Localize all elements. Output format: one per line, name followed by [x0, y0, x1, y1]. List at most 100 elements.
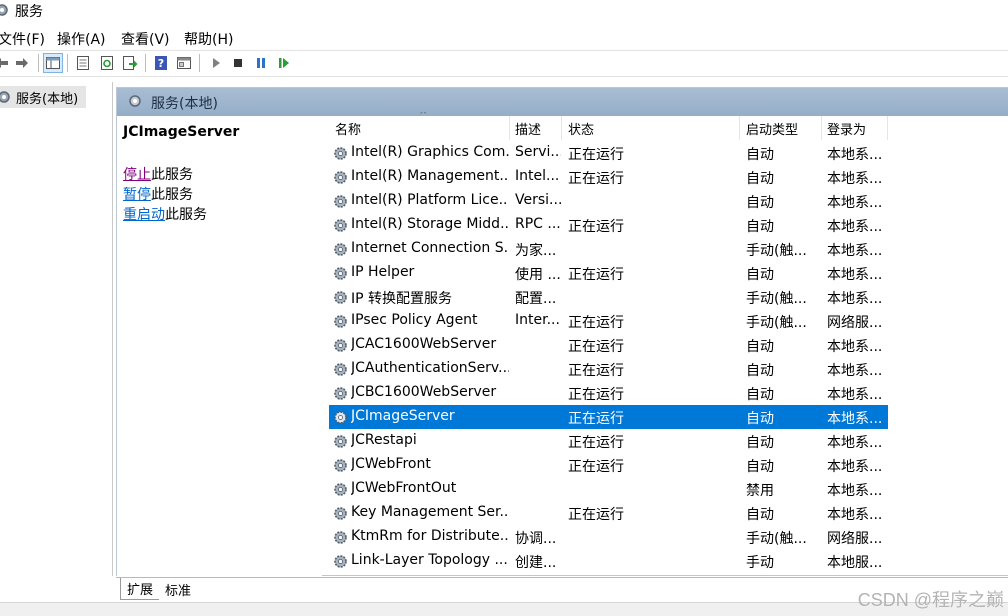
stop-service-button[interactable]: [228, 53, 248, 73]
service-startup-cell: 自动: [746, 411, 774, 427]
service-name-cell: IP Helper: [351, 264, 415, 280]
service-name-cell: Intel(R) Graphics Com...: [351, 144, 509, 160]
tree-item-label: 服务(本地): [16, 91, 79, 107]
action-pause: 暂停此服务: [123, 184, 193, 204]
watermark: CSDN @程序之巅: [857, 590, 1004, 610]
table-row[interactable]: Intel(R) Storage Midd... RPC ... 正在运行 自动 本地系…: [329, 213, 888, 237]
table-row[interactable]: JCBC1600WebServer 正在运行 自动 本地系...: [329, 381, 888, 405]
service-gear-icon: [334, 219, 347, 232]
service-startup-cell: 自动: [746, 267, 774, 283]
service-status-cell: 正在运行: [568, 435, 624, 451]
menu-help[interactable]: 帮助(H): [184, 29, 233, 49]
service-logon-cell: 本地系...: [827, 171, 883, 187]
service-gear-icon: [334, 363, 347, 376]
service-startup-cell: 手动(触...: [746, 315, 807, 331]
table-row[interactable]: Internet Connection S... 为家... 手动(触... 本地系.…: [329, 237, 888, 261]
svg-text:?: ?: [158, 57, 164, 70]
restart-service-link[interactable]: 重启动: [123, 207, 165, 223]
service-status-cell: 正在运行: [568, 387, 624, 403]
service-startup-cell: 自动: [746, 171, 774, 187]
properties-button[interactable]: [73, 53, 93, 73]
window-title: 服务: [15, 4, 43, 20]
service-description-cell: 协调...: [515, 531, 557, 547]
services-gear-icon: [129, 95, 141, 107]
service-name-cell: IP 转换配置服务: [351, 291, 453, 307]
stop-service-link[interactable]: 停止: [123, 167, 151, 183]
refresh-button[interactable]: [97, 53, 117, 73]
service-logon-cell: 本地系...: [827, 363, 883, 379]
service-gear-icon: [334, 243, 347, 256]
service-gear-icon: [334, 339, 347, 352]
table-row[interactable]: Intel(R) Management... Intel... 正在运行 自动 本地系.…: [329, 165, 888, 189]
service-name-cell: JCWebFrontOut: [351, 480, 457, 496]
menu-action[interactable]: 操作(A): [57, 29, 106, 49]
service-logon-cell: 本地系...: [827, 267, 883, 283]
service-status-cell: 正在运行: [568, 147, 624, 163]
forward-button[interactable]: [12, 53, 32, 73]
service-startup-cell: 自动: [746, 195, 774, 211]
service-gear-icon: [334, 531, 347, 544]
table-row[interactable]: IP Helper 使用 ... 正在运行 自动 本地系...: [329, 261, 888, 285]
column-divider[interactable]: [561, 116, 562, 140]
column-divider[interactable]: [509, 116, 510, 140]
table-row[interactable]: IPsec Policy Agent Inter... 正在运行 手动(触... 网络服…: [329, 309, 888, 333]
help-button[interactable]: ?: [151, 53, 171, 73]
tab-standard[interactable]: 标准: [159, 578, 198, 600]
service-startup-cell: 自动: [746, 435, 774, 451]
service-name-cell: JCRestapi: [351, 432, 417, 448]
column-divider[interactable]: [739, 116, 740, 140]
service-gear-icon: [334, 459, 347, 472]
table-row[interactable]: Key Management Ser... 正在运行 自动 本地系...: [329, 501, 888, 525]
mmc-view-button[interactable]: [174, 53, 194, 73]
resume-service-button[interactable]: [274, 53, 294, 73]
pause-service-link[interactable]: 暂停: [123, 187, 151, 203]
menu-view[interactable]: 查看(V): [121, 29, 170, 49]
export-list-button[interactable]: [120, 53, 140, 73]
service-gear-icon: [334, 315, 347, 328]
panel-header-title: 服务(本地): [151, 96, 218, 112]
table-row[interactable]: JCWebFrontOut 禁用 本地系...: [329, 477, 888, 501]
sort-ascending-icon: ^: [419, 112, 428, 121]
column-header-label: 名称: [335, 123, 362, 138]
tab-extended[interactable]: 扩展: [120, 578, 161, 600]
back-button[interactable]: [0, 53, 12, 73]
service-startup-cell: 手动(触...: [746, 531, 807, 547]
table-row[interactable]: JCAC1600WebServer 正在运行 自动 本地系...: [329, 333, 888, 357]
table-row[interactable]: IP 转换配置服务 配置... 手动(触... 本地系...: [329, 285, 888, 309]
title-bar: 服务: [0, 0, 1008, 22]
service-logon-cell: 本地服...: [827, 555, 883, 571]
service-description-cell: 配置...: [515, 291, 557, 307]
table-row[interactable]: Intel(R) Graphics Com... Servi... 正在运行 自动 本地…: [329, 141, 888, 165]
service-logon-cell: 本地系...: [827, 195, 883, 211]
table-row[interactable]: JCImageServer 正在运行 自动 本地系...: [329, 405, 888, 429]
table-row[interactable]: JCRestapi 正在运行 自动 本地系...: [329, 429, 888, 453]
toolbar-separator: [199, 54, 200, 72]
table-row[interactable]: KtmRm for Distribute... 协调... 手动(触... 网络服..…: [329, 525, 888, 549]
console-tree: 服务(本地): [0, 82, 113, 576]
column-divider[interactable]: [821, 116, 822, 140]
service-gear-icon: [334, 291, 347, 304]
service-description-cell: Servi...: [515, 144, 561, 160]
service-startup-cell: 禁用: [746, 483, 774, 499]
table-row[interactable]: JCWebFront 正在运行 自动 本地系...: [329, 453, 888, 477]
service-startup-cell: 自动: [746, 387, 774, 403]
table-row[interactable]: JCAuthenticationServ... 正在运行 自动 本地系...: [329, 357, 888, 381]
menu-file[interactable]: 文件(F): [0, 29, 45, 49]
pause-service-button[interactable]: [251, 53, 271, 73]
table-row[interactable]: Intel(R) Platform Lice... Versi... 自动 本地系..…: [329, 189, 888, 213]
pause-service-icon: [257, 58, 265, 68]
service-status-cell: 正在运行: [568, 507, 624, 523]
service-name-cell: Intel(R) Storage Midd...: [351, 216, 509, 232]
service-startup-cell: 自动: [746, 507, 774, 523]
table-row[interactable]: Link-Layer Topology ... 创建... 手动 本地服...: [329, 549, 888, 573]
tree-item-services-local[interactable]: 服务(本地): [0, 86, 86, 108]
description-pane: JCImageServer 停止此服务 暂停此服务 重启动此服务: [117, 116, 322, 577]
show-console-tree-button[interactable]: [43, 53, 63, 73]
start-service-button[interactable]: [206, 53, 226, 73]
service-logon-cell: 本地系...: [827, 243, 883, 259]
help-icon: ?: [155, 56, 167, 70]
column-divider[interactable]: [887, 116, 888, 140]
service-name-cell: JCAuthenticationServ...: [351, 360, 509, 376]
service-gear-icon: [334, 507, 347, 520]
toolbar-separator: [145, 54, 146, 72]
